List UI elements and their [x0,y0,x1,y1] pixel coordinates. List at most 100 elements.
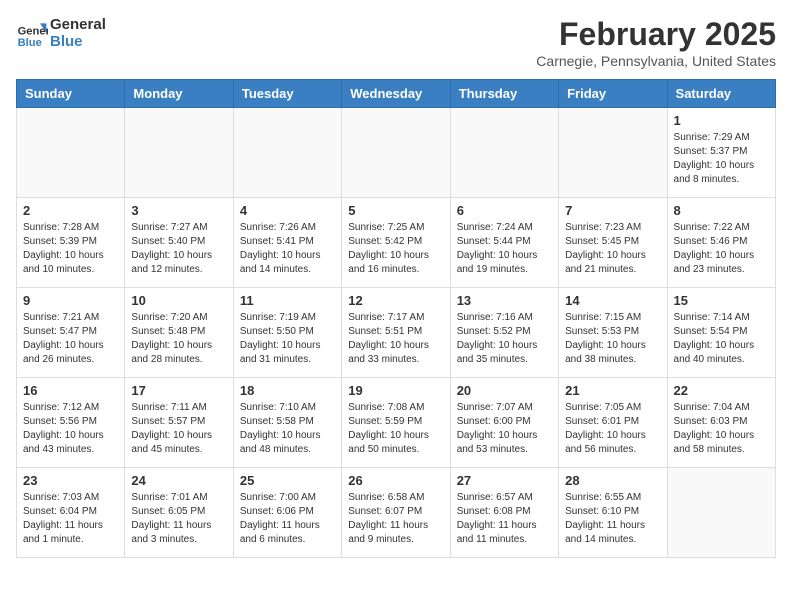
day-info: Sunrise: 7:05 AMSunset: 6:01 PMDaylight:… [565,401,660,457]
day-cell: 23 Sunrise: 7:03 AMSunset: 6:04 PMDayligh… [17,468,125,558]
day-cell: 28 Sunrise: 6:55 AMSunset: 6:10 PMDayligh… [559,468,667,558]
calendar-body: 1 Sunrise: 7:29 AMSunset: 5:37 PMDaylight… [17,108,776,558]
day-number: 27 [457,473,552,488]
day-info: Sunrise: 7:17 AMSunset: 5:51 PMDaylight:… [348,311,443,367]
day-cell: 8Sunrise: 7:22 AMSunset: 5:46 PMDaylight… [667,198,775,288]
day-number: 11 [240,293,335,308]
day-cell [559,108,667,198]
day-number: 16 [23,383,118,398]
day-cell: 24 Sunrise: 7:01 AMSunset: 6:05 PMDayligh… [125,468,233,558]
day-number: 3 [131,203,226,218]
weekday-saturday: Saturday [667,80,775,108]
day-info: Sunrise: 7:24 AMSunset: 5:44 PMDaylight:… [457,221,552,277]
week-row-4: 23 Sunrise: 7:03 AMSunset: 6:04 PMDayligh… [17,468,776,558]
day-number: 17 [131,383,226,398]
day-number: 8 [674,203,769,218]
day-info: Sunrise: 7:12 AMSunset: 5:56 PMDaylight:… [23,401,118,457]
day-info: Sunrise: 7:23 AMSunset: 5:45 PMDaylight:… [565,221,660,277]
day-number: 28 [565,473,660,488]
day-info: Sunrise: 7:15 AMSunset: 5:53 PMDaylight:… [565,311,660,367]
day-number: 5 [348,203,443,218]
day-number: 6 [457,203,552,218]
day-number: 25 [240,473,335,488]
day-info: Sunrise: 6:55 AMSunset: 6:10 PMDaylight:… [565,491,660,547]
day-cell: 5 Sunrise: 7:25 AMSunset: 5:42 PMDaylight… [342,198,450,288]
page-header: General Blue General Blue February 2025 … [16,16,776,69]
day-info: Sunrise: 6:57 AMSunset: 6:08 PMDaylight:… [457,491,552,547]
day-info: Sunrise: 7:26 AMSunset: 5:41 PMDaylight:… [240,221,335,277]
day-cell: 21 Sunrise: 7:05 AMSunset: 6:01 PMDayligh… [559,378,667,468]
day-number: 10 [131,293,226,308]
day-info: Sunrise: 7:27 AMSunset: 5:40 PMDaylight:… [131,221,226,277]
day-cell: 1 Sunrise: 7:29 AMSunset: 5:37 PMDaylight… [667,108,775,198]
day-cell [233,108,341,198]
day-info: Sunrise: 7:29 AMSunset: 5:37 PMDaylight:… [674,131,769,187]
day-number: 14 [565,293,660,308]
day-info: Sunrise: 7:25 AMSunset: 5:42 PMDaylight:… [348,221,443,277]
day-number: 21 [565,383,660,398]
day-info: Sunrise: 7:16 AMSunset: 5:52 PMDaylight:… [457,311,552,367]
weekday-header-row: SundayMondayTuesdayWednesdayThursdayFrid… [17,80,776,108]
day-number: 15 [674,293,769,308]
day-number: 20 [457,383,552,398]
day-cell: 22 Sunrise: 7:04 AMSunset: 6:03 PMDayligh… [667,378,775,468]
week-row-2: 9 Sunrise: 7:21 AMSunset: 5:47 PMDaylight… [17,288,776,378]
day-info: Sunrise: 7:28 AMSunset: 5:39 PMDaylight:… [23,221,118,277]
day-cell: 6 Sunrise: 7:24 AMSunset: 5:44 PMDaylight… [450,198,558,288]
day-number: 4 [240,203,335,218]
day-info: Sunrise: 7:19 AMSunset: 5:50 PMDaylight:… [240,311,335,367]
day-info: Sunrise: 7:01 AMSunset: 6:05 PMDaylight:… [131,491,226,547]
day-info: Sunrise: 6:58 AMSunset: 6:07 PMDaylight:… [348,491,443,547]
weekday-thursday: Thursday [450,80,558,108]
day-cell: 14 Sunrise: 7:15 AMSunset: 5:53 PMDayligh… [559,288,667,378]
day-info: Sunrise: 7:03 AMSunset: 6:04 PMDaylight:… [23,491,118,547]
svg-text:Blue: Blue [18,37,42,49]
day-cell [125,108,233,198]
day-cell: 19Sunrise: 7:08 AMSunset: 5:59 PMDayligh… [342,378,450,468]
week-row-3: 16 Sunrise: 7:12 AMSunset: 5:56 PMDayligh… [17,378,776,468]
day-number: 22 [674,383,769,398]
day-cell: 13 Sunrise: 7:16 AMSunset: 5:52 PMDayligh… [450,288,558,378]
day-info: Sunrise: 7:11 AMSunset: 5:57 PMDaylight:… [131,401,226,457]
day-cell: 4 Sunrise: 7:26 AMSunset: 5:41 PMDaylight… [233,198,341,288]
location: Carnegie, Pennsylvania, United States [536,53,776,69]
weekday-sunday: Sunday [17,80,125,108]
day-info: Sunrise: 7:21 AMSunset: 5:47 PMDaylight:… [23,311,118,367]
day-cell: 11 Sunrise: 7:19 AMSunset: 5:50 PMDayligh… [233,288,341,378]
logo: General Blue General Blue [16,16,106,50]
weekday-friday: Friday [559,80,667,108]
day-info: Sunrise: 7:07 AMSunset: 6:00 PMDaylight:… [457,401,552,457]
day-number: 19 [348,383,443,398]
day-cell: 10Sunrise: 7:20 AMSunset: 5:48 PMDayligh… [125,288,233,378]
day-cell: 9 Sunrise: 7:21 AMSunset: 5:47 PMDaylight… [17,288,125,378]
title-block: February 2025 Carnegie, Pennsylvania, Un… [536,16,776,69]
day-number: 12 [348,293,443,308]
day-cell: 18 Sunrise: 7:10 AMSunset: 5:58 PMDayligh… [233,378,341,468]
day-cell [17,108,125,198]
day-info: Sunrise: 7:04 AMSunset: 6:03 PMDaylight:… [674,401,769,457]
day-info: Sunrise: 7:14 AMSunset: 5:54 PMDaylight:… [674,311,769,367]
day-cell: 20 Sunrise: 7:07 AMSunset: 6:00 PMDayligh… [450,378,558,468]
day-cell: 2 Sunrise: 7:28 AMSunset: 5:39 PMDaylight… [17,198,125,288]
weekday-wednesday: Wednesday [342,80,450,108]
day-number: 18 [240,383,335,398]
day-info: Sunrise: 7:10 AMSunset: 5:58 PMDaylight:… [240,401,335,457]
day-number: 23 [23,473,118,488]
week-row-0: 1 Sunrise: 7:29 AMSunset: 5:37 PMDaylight… [17,108,776,198]
day-cell: 25 Sunrise: 7:00 AMSunset: 6:06 PMDayligh… [233,468,341,558]
day-cell: 15 Sunrise: 7:14 AMSunset: 5:54 PMDayligh… [667,288,775,378]
day-cell: 27 Sunrise: 6:57 AMSunset: 6:08 PMDayligh… [450,468,558,558]
day-info: Sunrise: 7:00 AMSunset: 6:06 PMDaylight:… [240,491,335,547]
day-number: 13 [457,293,552,308]
day-cell: 7Sunrise: 7:23 AMSunset: 5:45 PMDaylight… [559,198,667,288]
day-number: 26 [348,473,443,488]
day-cell: 26 Sunrise: 6:58 AMSunset: 6:07 PMDayligh… [342,468,450,558]
weekday-monday: Monday [125,80,233,108]
day-number: 2 [23,203,118,218]
day-number: 9 [23,293,118,308]
week-row-1: 2 Sunrise: 7:28 AMSunset: 5:39 PMDaylight… [17,198,776,288]
day-number: 1 [674,113,769,128]
day-cell: 3 Sunrise: 7:27 AMSunset: 5:40 PMDaylight… [125,198,233,288]
logo-text-line1: General [50,16,106,33]
day-number: 24 [131,473,226,488]
